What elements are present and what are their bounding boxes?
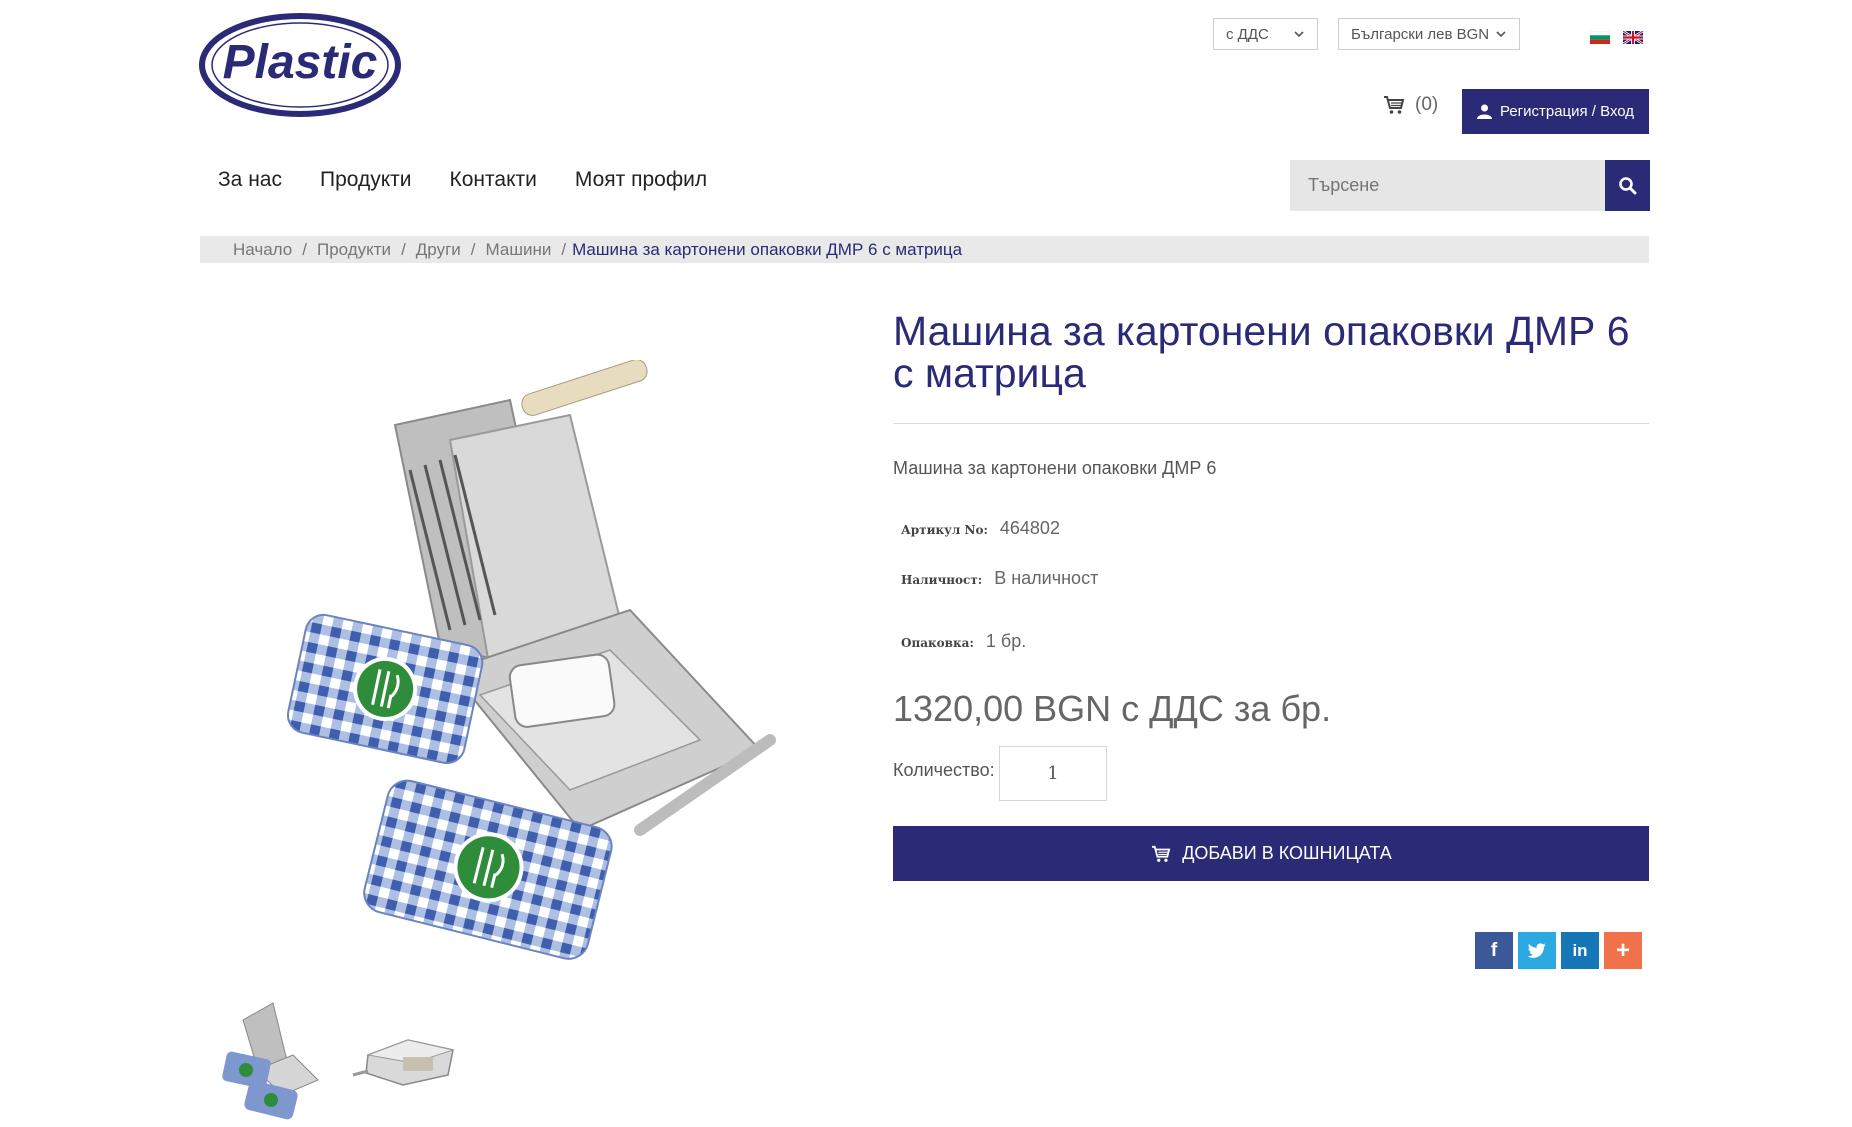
cart-count: (0)	[1415, 94, 1439, 115]
stock-value: В наличност	[994, 568, 1099, 588]
pack-label: Опаковка:	[901, 636, 974, 650]
breadcrumb-home[interactable]: Начало	[233, 240, 292, 260]
vat-select[interactable]: с ДДС	[1213, 18, 1318, 50]
linkedin-icon: in	[1572, 940, 1588, 960]
nav-item-contacts[interactable]: Контакти	[450, 168, 537, 192]
cart-icon	[1384, 96, 1405, 114]
cart-icon	[1152, 845, 1171, 862]
user-icon	[1476, 104, 1492, 119]
product-sku: Артикул No: 464802	[901, 518, 1060, 539]
product-short-description: Машина за картонени опаковки ДМР 6	[893, 458, 1217, 478]
share-linkedin-button[interactable]: in	[1561, 932, 1599, 969]
plus-icon: +	[1615, 936, 1630, 964]
product-thumbnail[interactable]	[218, 995, 328, 1120]
site-logo[interactable]: Plastic	[198, 12, 402, 118]
add-to-cart-button[interactable]: ДОБАВИ В КОШНИЦАТА	[893, 826, 1649, 881]
twitter-icon	[1527, 942, 1546, 958]
chevron-down-icon	[1496, 31, 1506, 38]
share-twitter-button[interactable]	[1518, 932, 1556, 969]
login-register-button[interactable]: Регистрация / Вход	[1462, 89, 1649, 134]
share-more-button[interactable]: +	[1604, 932, 1642, 969]
breadcrumb-separator: /	[561, 239, 567, 259]
search-button[interactable]	[1605, 160, 1650, 211]
main-nav: За нас Продукти Контакти Моят профил	[218, 168, 707, 192]
cart-link[interactable]: (0)	[1383, 94, 1438, 116]
quantity-label: Количество:	[893, 760, 995, 780]
product-price: 1320,00 BGN с ДДС за бр.	[893, 688, 1332, 729]
pack-value: 1 бр.	[985, 631, 1027, 651]
bulgarian-flag-icon[interactable]	[1589, 30, 1611, 44]
vat-select-value: с ДДС	[1226, 25, 1269, 43]
facebook-icon: f	[1490, 939, 1498, 961]
breadcrumb-separator: /	[470, 239, 476, 259]
product-pack: Опаковка: 1 бр.	[901, 631, 1026, 652]
nav-item-products[interactable]: Продукти	[320, 168, 412, 192]
product-stock: Наличност: В наличност	[901, 568, 1098, 589]
breadcrumb-current: Машина за картонени опаковки ДМР 6 с мат…	[572, 239, 963, 259]
product-main-image[interactable]	[280, 359, 780, 980]
sku-label: Артикул No:	[901, 523, 988, 537]
search-input[interactable]	[1290, 160, 1605, 211]
nav-item-my-profile[interactable]: Моят профил	[575, 168, 707, 192]
currency-select-value: Български лев BGN	[1351, 25, 1490, 43]
currency-select[interactable]: Български лев BGN	[1338, 18, 1520, 50]
share-facebook-button[interactable]: f	[1475, 932, 1513, 969]
breadcrumb-machines[interactable]: Машини	[486, 240, 552, 260]
breadcrumb-other[interactable]: Други	[416, 240, 461, 260]
divider	[893, 423, 1649, 424]
breadcrumb-separator: /	[401, 239, 406, 259]
breadcrumb: Начало / Продукти / Други / Машини / Маш…	[200, 236, 1649, 263]
login-register-label: Регистрация / Вход	[1499, 103, 1635, 120]
search-icon	[1618, 176, 1636, 194]
quantity-input[interactable]	[999, 746, 1107, 801]
svg-text:Plastic: Plastic	[223, 36, 378, 89]
sku-value: 464802	[999, 518, 1060, 538]
add-to-cart-label: ДОБАВИ В КОШНИЦАТА	[1182, 843, 1392, 863]
english-flag-icon[interactable]	[1622, 29, 1644, 46]
breadcrumb-products[interactable]: Продукти	[317, 240, 391, 260]
product-thumbnail[interactable]	[348, 995, 458, 1120]
product-title: Машина за картонени опаковки ДМР 6 с мат…	[893, 308, 1630, 396]
breadcrumb-separator: /	[302, 239, 307, 259]
nav-item-about[interactable]: За нас	[218, 168, 282, 192]
chevron-down-icon	[1294, 31, 1304, 38]
stock-label: Наличност:	[901, 573, 983, 587]
